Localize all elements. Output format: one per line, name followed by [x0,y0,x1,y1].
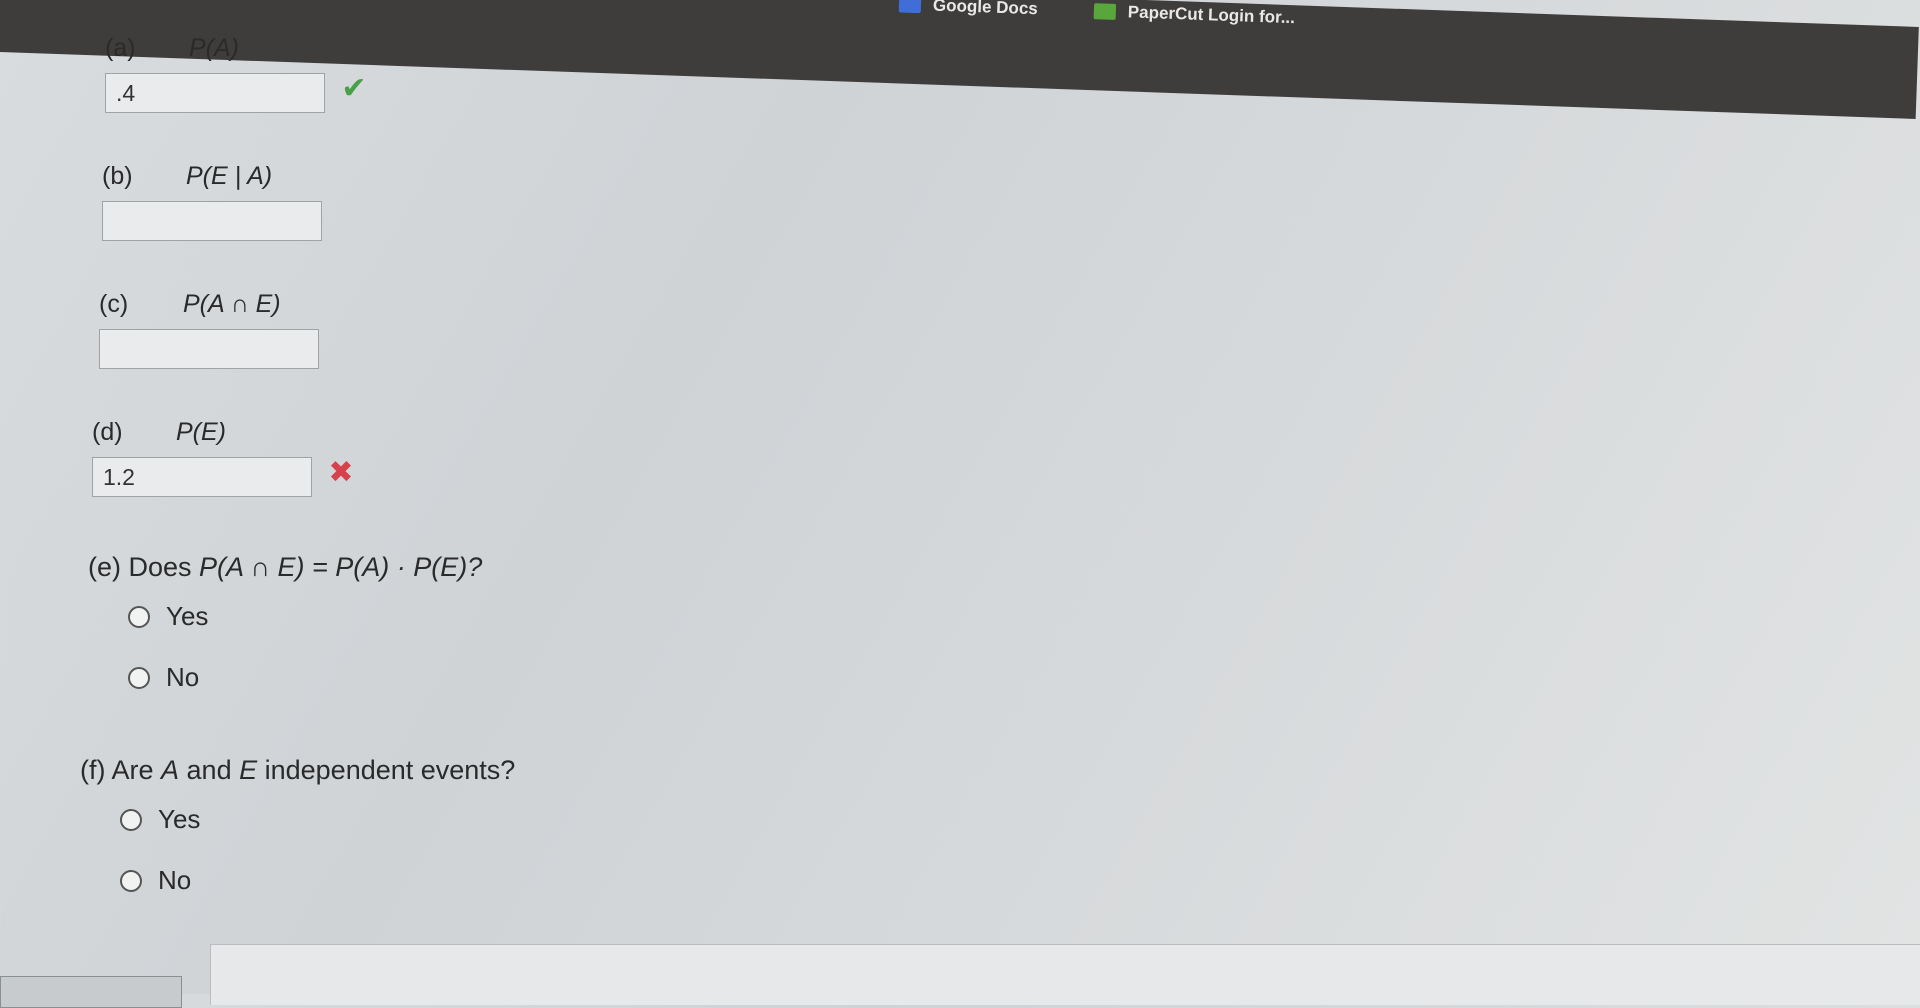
part-a: (a) P(A) .4 ✔ [105,34,369,113]
question-e-option-no[interactable]: No [128,662,482,693]
docs-icon [898,0,922,14]
bookmark-papercut[interactable]: PaperCut Login for... [1093,0,1295,31]
bookmark-google-docs[interactable]: Google Docs [898,0,1039,22]
answer-d-input[interactable]: 1.2 [92,457,312,497]
bookmark-label: Google Docs [932,0,1039,19]
question-e-text: (e) Does P(A ∩ E) = P(A) · P(E)? [88,552,483,582]
part-c: (c) P(A ∩ E) [99,290,319,369]
answer-b-input[interactable] [102,201,322,241]
submit-answer-button[interactable] [0,976,182,1008]
part-b: (b) P(E | A) [102,162,322,241]
part-b-label: (b) P(E | A) [102,162,273,190]
papercut-icon [1093,3,1117,20]
part-d-label: (d) P(E) [92,418,226,446]
part-d: (d) P(E) 1.2 ✖ [92,418,356,497]
bookmark-label: PaperCut Login for... [1127,2,1296,28]
radio-button[interactable] [120,869,142,892]
x-mark-icon: ✖ [328,455,354,489]
question-e: (e) Does P(A ∩ E) = P(A) · P(E)? Yes No [88,552,482,693]
question-f: (f) Are A and E independent events? Yes … [80,755,515,896]
answer-a-input[interactable]: .4 [105,73,325,113]
question-e-option-yes[interactable]: Yes [128,601,482,632]
radio-button[interactable] [120,808,142,831]
radio-button[interactable] [128,666,150,689]
question-f-option-no[interactable]: No [120,865,515,896]
question-f-text: (f) Are A and E independent events? [80,755,516,785]
checkmark-icon: ✔ [341,71,367,105]
answer-c-input[interactable] [99,329,319,369]
part-c-label: (c) P(A ∩ E) [99,290,281,318]
bottom-input-area[interactable] [210,944,1920,1005]
question-f-option-yes[interactable]: Yes [120,804,515,835]
part-a-label: (a) P(A) [105,34,239,62]
radio-button[interactable] [128,605,150,628]
